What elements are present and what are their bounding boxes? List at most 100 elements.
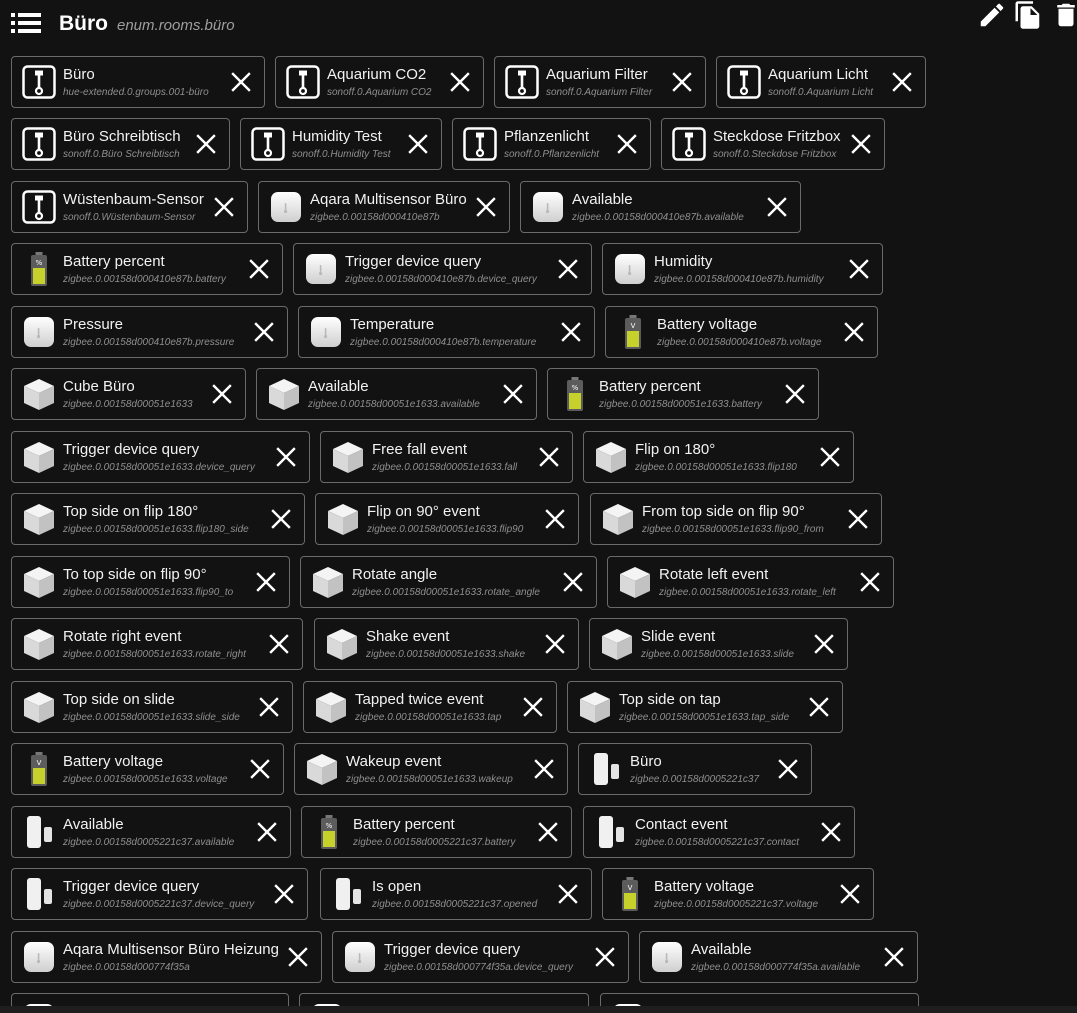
member-card[interactable]: Available zigbee.0.00158d000774f35a.avail…: [639, 931, 918, 983]
remove-member-button[interactable]: [533, 758, 555, 780]
member-card[interactable]: Cube Büro zigbee.0.00158d00051e1633: [11, 368, 246, 420]
member-card[interactable]: Trigger device query zigbee.0.00158d00052…: [11, 868, 308, 920]
member-card[interactable]: Aquarium Licht sonoff.0.Aquarium Licht: [716, 56, 926, 108]
remove-member-button[interactable]: [544, 508, 566, 530]
remove-member-button[interactable]: [287, 946, 309, 968]
member-card[interactable]: Available zigbee.0.00158d0005221c37.avail…: [11, 806, 291, 858]
member-card[interactable]: Temperature zigbee.0.00158d000410e87b.tem…: [298, 306, 595, 358]
remove-member-button[interactable]: [777, 758, 799, 780]
member-card[interactable]: Contact event zigbee.0.00158d0005221c37.c…: [583, 806, 855, 858]
remove-member-button[interactable]: [784, 383, 806, 405]
member-card[interactable]: Available zigbee.0.00158d00051e1633.avail…: [256, 368, 537, 420]
member-card[interactable]: Trigger device query zigbee.0.00158d00051…: [11, 431, 310, 483]
remove-member-button[interactable]: [449, 71, 471, 93]
member-card[interactable]: Free fall event zigbee.0.00158d00051e1633…: [320, 431, 573, 483]
menu-icon[interactable]: [10, 10, 42, 36]
remove-member-button[interactable]: [839, 883, 861, 905]
member-card[interactable]: Humidity zigbee.0.00158d000410e87b.humidi…: [602, 243, 883, 295]
remove-member-button[interactable]: [562, 571, 584, 593]
edit-button[interactable]: [977, 0, 1007, 30]
horizontal-scrollbar[interactable]: [0, 1006, 1077, 1013]
member-card[interactable]: V Battery voltage zigbee.0.00158d0005221c3…: [602, 868, 874, 920]
delete-button[interactable]: [1051, 0, 1077, 30]
remove-member-button[interactable]: [249, 758, 271, 780]
remove-member-button[interactable]: [211, 383, 233, 405]
remove-member-button[interactable]: [407, 133, 429, 155]
member-card[interactable]: Top side on flip 180° zigbee.0.00158d0005…: [11, 493, 305, 545]
member-card[interactable]: % Battery percent zigbee.0.00158d0005221c3…: [301, 806, 572, 858]
member-card[interactable]: V Battery voltage zigbee.0.00158d000410e87…: [605, 306, 878, 358]
remove-member-button[interactable]: [848, 258, 870, 280]
member-card[interactable]: Rotate right event zigbee.0.00158d00051e1…: [11, 618, 303, 670]
remove-member-button[interactable]: [557, 258, 579, 280]
member-card[interactable]: Aqara Multisensor Büro Heizung zigbee.0.0…: [11, 931, 322, 983]
member-card[interactable]: Aquarium CO2 sonoff.0.Aquarium CO2: [275, 56, 484, 108]
remove-member-button[interactable]: [537, 821, 559, 843]
remove-member-button[interactable]: [808, 696, 830, 718]
remove-member-button[interactable]: [557, 883, 579, 905]
member-card[interactable]: Top side on tap zigbee.0.00158d00051e1633…: [567, 681, 843, 733]
remove-member-button[interactable]: [813, 633, 835, 655]
member-card[interactable]: Aqara Multisensor Büro zigbee.0.00158d000…: [258, 181, 510, 233]
remove-member-button[interactable]: [275, 446, 297, 468]
remove-member-button[interactable]: [891, 71, 913, 93]
member-card[interactable]: Steckdose Fritzbox sonoff.0.Steckdose Fri…: [661, 118, 885, 170]
member-card[interactable]: Shake event zigbee.0.00158d00051e1633.sha…: [314, 618, 579, 670]
member-card[interactable]: Available zigbee.0.00158d000410e87b.avail…: [520, 181, 801, 233]
remove-member-button[interactable]: [522, 696, 544, 718]
member-card[interactable]: Büro hue-extended.0.groups.001-büro: [11, 56, 265, 108]
remove-member-button[interactable]: [560, 321, 582, 343]
member-card[interactable]: Aquarium Filter sonoff.0.Aquarium Filter: [494, 56, 706, 108]
remove-member-button[interactable]: [538, 446, 560, 468]
remove-member-button[interactable]: [502, 383, 524, 405]
remove-member-button[interactable]: [253, 321, 275, 343]
remove-member-button[interactable]: [883, 946, 905, 968]
remove-member-button[interactable]: [270, 508, 292, 530]
remove-member-button[interactable]: [255, 571, 277, 593]
remove-member-button[interactable]: [819, 446, 841, 468]
member-card[interactable]: % Battery percent zigbee.0.00158d000410e87…: [11, 243, 283, 295]
remove-member-button[interactable]: [616, 133, 638, 155]
member-card[interactable]: [600, 993, 919, 1006]
remove-member-button[interactable]: [671, 71, 693, 93]
member-card[interactable]: Slide event zigbee.0.00158d00051e1633.sli…: [589, 618, 848, 670]
remove-member-button[interactable]: [273, 883, 295, 905]
remove-member-button[interactable]: [230, 71, 252, 93]
remove-member-button[interactable]: [820, 821, 842, 843]
member-card[interactable]: % Battery percent zigbee.0.00158d00051e163…: [547, 368, 819, 420]
member-card[interactable]: To top side on flip 90° zigbee.0.00158d00…: [11, 556, 290, 608]
member-card[interactable]: Büro zigbee.0.00158d0005221c37: [578, 743, 812, 795]
member-card[interactable]: Büro Schreibtisch sonoff.0.Büro Schreibti…: [11, 118, 230, 170]
remove-member-button[interactable]: [766, 196, 788, 218]
member-card[interactable]: Wakeup event zigbee.0.00158d00051e1633.wa…: [294, 743, 568, 795]
member-card[interactable]: Tapped twice event zigbee.0.00158d00051e1…: [303, 681, 557, 733]
copy-button[interactable]: [1013, 0, 1043, 30]
member-card[interactable]: Rotate left event zigbee.0.00158d00051e16…: [607, 556, 894, 608]
remove-member-button[interactable]: [195, 133, 217, 155]
remove-member-button[interactable]: [843, 321, 865, 343]
remove-member-button[interactable]: [248, 258, 270, 280]
member-card[interactable]: V Battery voltage zigbee.0.00158d00051e163…: [11, 743, 284, 795]
remove-member-button[interactable]: [594, 946, 616, 968]
member-card[interactable]: [11, 993, 289, 1006]
member-card[interactable]: Flip on 180° zigbee.0.00158d00051e1633.fl…: [583, 431, 854, 483]
member-card[interactable]: Rotate angle zigbee.0.00158d00051e1633.ro…: [300, 556, 597, 608]
member-card[interactable]: Trigger device query zigbee.0.00158d00041…: [293, 243, 592, 295]
member-card[interactable]: Flip on 90° event zigbee.0.00158d00051e16…: [315, 493, 579, 545]
remove-member-button[interactable]: [268, 633, 290, 655]
member-card[interactable]: Pressure zigbee.0.00158d000410e87b.pressu…: [11, 306, 288, 358]
remove-member-button[interactable]: [475, 196, 497, 218]
remove-member-button[interactable]: [544, 633, 566, 655]
remove-member-button[interactable]: [859, 571, 881, 593]
remove-member-button[interactable]: [847, 508, 869, 530]
member-card[interactable]: Wüstenbaum-Sensor sonoff.0.Wüstenbaum-Sen…: [11, 181, 248, 233]
remove-member-button[interactable]: [256, 821, 278, 843]
member-card[interactable]: Pflanzenlicht sonoff.0.Pflanzenlicht: [452, 118, 651, 170]
member-card[interactable]: Top side on slide zigbee.0.00158d00051e16…: [11, 681, 293, 733]
member-card[interactable]: Is open zigbee.0.00158d0005221c37.opened: [320, 868, 592, 920]
remove-member-button[interactable]: [850, 133, 872, 155]
member-card[interactable]: From top side on flip 90° zigbee.0.00158d…: [590, 493, 882, 545]
member-card[interactable]: [299, 993, 589, 1006]
remove-member-button[interactable]: [258, 696, 280, 718]
member-card[interactable]: Trigger device query zigbee.0.00158d00077…: [332, 931, 629, 983]
